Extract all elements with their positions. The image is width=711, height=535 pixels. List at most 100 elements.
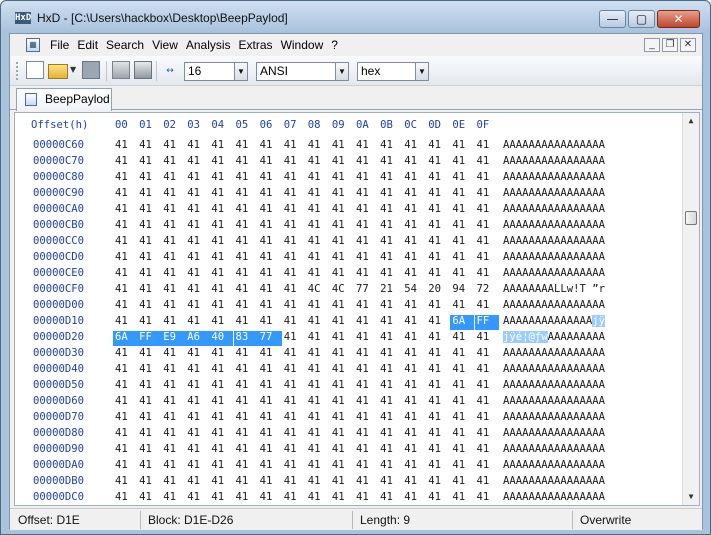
hex-byte[interactable]: 77 [354,283,378,298]
hex-byte[interactable]: 41 [426,315,450,330]
hex-byte[interactable]: 41 [306,219,330,234]
hex-byte[interactable]: 41 [475,363,499,378]
hex-byte[interactable]: 41 [426,235,450,250]
hex-byte[interactable]: 41 [402,475,426,490]
hex-byte[interactable]: 41 [258,347,282,362]
hex-byte[interactable]: 41 [426,363,450,378]
hex-byte[interactable]: 40 [209,331,234,346]
hex-byte[interactable]: 41 [234,171,258,186]
hex-byte[interactable]: 41 [282,395,306,410]
ascii-text[interactable]: AAAAAAAAAAAAAAAA [503,171,605,183]
document-menu-icon[interactable]: ▦ [26,38,40,52]
hex-byte[interactable]: 41 [282,475,306,490]
hex-byte[interactable]: 41 [234,235,258,250]
hex-byte[interactable]: 41 [450,187,474,202]
hex-byte[interactable]: 41 [161,443,185,458]
hex-byte[interactable]: 41 [402,251,426,266]
hex-byte[interactable]: 41 [475,347,499,362]
hex-byte[interactable]: 41 [209,475,233,490]
hex-byte[interactable]: 41 [402,203,426,218]
hex-byte[interactable]: 41 [378,235,402,250]
hex-byte[interactable]: 41 [234,379,258,394]
hex-byte[interactable]: 41 [234,347,258,362]
hex-byte[interactable]: 41 [113,411,137,426]
hex-byte[interactable]: 41 [450,171,474,186]
ascii-text[interactable]: AAAAAAAAAAAAAAjÿ [503,315,606,327]
hex-byte[interactable]: 41 [185,395,209,410]
hex-byte[interactable]: 41 [354,299,378,314]
hex-byte[interactable]: 41 [185,203,209,218]
hex-byte[interactable]: 41 [450,203,474,218]
scroll-up-icon[interactable]: ▲ [683,113,699,129]
hex-byte[interactable]: 41 [402,363,426,378]
hex-byte[interactable]: 41 [113,219,137,234]
hex-byte[interactable]: 41 [450,299,474,314]
hex-byte[interactable]: 41 [475,267,499,282]
hex-byte[interactable]: 41 [330,155,354,170]
hex-byte[interactable]: 41 [354,235,378,250]
hex-byte[interactable]: 41 [185,315,209,330]
hex-byte[interactable]: 41 [161,299,185,314]
hex-byte[interactable]: 41 [354,331,378,346]
hex-byte[interactable]: 41 [475,395,499,410]
hex-byte[interactable]: 41 [402,347,426,362]
hex-byte[interactable]: 41 [426,139,450,154]
hex-byte[interactable]: 41 [258,267,282,282]
hex-byte[interactable]: 41 [306,363,330,378]
hex-byte[interactable]: 41 [209,251,233,266]
hex-byte[interactable]: 41 [234,491,258,505]
hex-byte[interactable]: 41 [426,203,450,218]
hex-byte[interactable]: 41 [450,331,474,346]
hex-byte[interactable]: 41 [161,315,185,330]
menu-item-view[interactable]: View [148,38,182,52]
hex-byte[interactable]: 41 [306,331,330,346]
hex-byte[interactable]: 41 [185,443,209,458]
ascii-text[interactable]: AAAAAAAAAAAAAAAA [503,347,605,359]
menu-item-edit[interactable]: Edit [73,38,102,52]
hex-byte[interactable]: 41 [306,235,330,250]
hex-byte[interactable]: 41 [330,363,354,378]
hex-byte[interactable]: 41 [113,491,137,505]
chevron-down-icon[interactable]: ▼ [234,63,247,80]
hex-byte[interactable]: 41 [185,235,209,250]
maximize-button[interactable]: ▢ [628,10,655,28]
hex-byte[interactable]: 41 [209,315,233,330]
hex-byte[interactable]: 41 [378,395,402,410]
hex-byte[interactable]: 20 [426,283,450,298]
hex-byte[interactable]: 41 [330,459,354,474]
mdi-minimize-button[interactable]: _ [644,38,660,52]
hex-byte[interactable]: 41 [450,155,474,170]
title-bar[interactable]: HxD HxD - [C:\Users\hackbox\Desktop\Beep… [1,1,710,33]
ascii-text[interactable]: jÿé¦@ƒwAAAAAAAAA [503,331,605,343]
hex-byte[interactable]: 41 [161,491,185,505]
hex-byte[interactable]: 41 [282,251,306,266]
hex-byte[interactable]: 41 [209,427,233,442]
ascii-text[interactable]: AAAAAAAAAAAAAAAA [503,267,605,279]
menu-item-window[interactable]: Window [277,38,328,52]
hex-byte[interactable]: 41 [161,363,185,378]
ascii-text[interactable]: AAAAAAAAAAAAAAAA [503,395,605,407]
hex-byte[interactable]: 41 [475,331,499,346]
hex-byte[interactable]: 41 [161,139,185,154]
hex-byte[interactable]: 41 [113,139,137,154]
hex-byte[interactable]: 41 [234,251,258,266]
hex-byte[interactable]: 41 [258,219,282,234]
hex-byte[interactable]: 41 [137,379,161,394]
hex-byte[interactable]: 41 [161,267,185,282]
hex-byte[interactable]: 41 [161,459,185,474]
hex-byte[interactable]: 41 [161,283,185,298]
hex-byte[interactable]: 41 [306,347,330,362]
hex-byte[interactable]: 41 [354,491,378,505]
ascii-text[interactable]: AAAAAAAAAAAAAAAA [503,427,605,439]
open-dropdown-arrow-icon[interactable]: ▼ [70,66,78,74]
hex-byte[interactable]: 41 [378,251,402,266]
hex-byte[interactable]: 41 [426,379,450,394]
hex-byte[interactable]: 41 [450,459,474,474]
hex-byte[interactable]: 41 [185,379,209,394]
hex-byte[interactable]: 41 [185,427,209,442]
hex-byte[interactable]: 41 [258,171,282,186]
hex-byte[interactable]: 41 [234,219,258,234]
hex-byte[interactable]: 41 [209,235,233,250]
hex-byte[interactable]: 41 [137,283,161,298]
hex-byte[interactable]: 41 [185,155,209,170]
